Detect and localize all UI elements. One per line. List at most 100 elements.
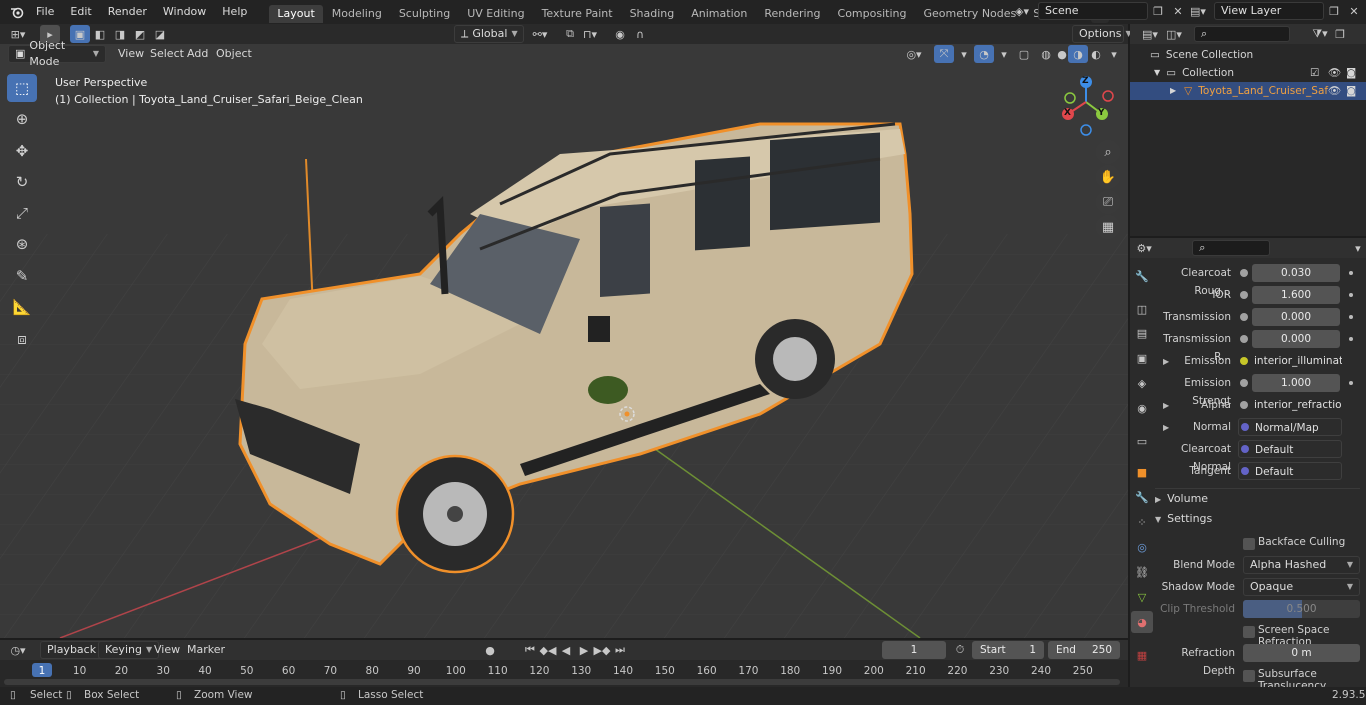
socket-icon[interactable] — [1241, 423, 1249, 431]
outliner-search-input[interactable]: ⌕ — [1194, 26, 1290, 42]
end-frame-field[interactable]: End 250 — [1048, 641, 1120, 659]
keyframe-dot-icon[interactable] — [1349, 271, 1353, 275]
measure-tool-icon[interactable]: 📐 — [7, 293, 37, 321]
properties-search-input[interactable]: ⌕ — [1192, 240, 1270, 256]
visibility-eye-icon[interactable]: 👁 — [1328, 82, 1341, 100]
clip-threshold-slider[interactable]: 0.500 — [1243, 600, 1360, 618]
shading-rendered-icon[interactable]: ◐ — [1086, 45, 1106, 63]
shadow-mode-dropdown[interactable]: Opaque ▼ — [1243, 578, 1360, 596]
navigation-gizmo[interactable]: Z Y X — [1058, 74, 1118, 138]
current-frame-field[interactable]: 1 — [882, 641, 946, 659]
socket-icon[interactable] — [1240, 291, 1248, 299]
pan-hand-icon[interactable]: ✋ — [1096, 165, 1120, 189]
outliner-editor-type-icon[interactable]: ▤▾ — [1140, 25, 1160, 43]
cursor-tool-icon[interactable]: ⊕ — [7, 105, 37, 133]
tab-shading[interactable]: Shading — [622, 5, 683, 23]
blender-logo-icon[interactable] — [6, 3, 28, 21]
alpha-link-field[interactable]: interior_refraction_in... — [1238, 396, 1342, 414]
object-tab-icon[interactable]: ■ — [1131, 461, 1153, 483]
timeline-menu-marker[interactable]: Marker — [181, 641, 231, 659]
clearcoat-normal-link-field[interactable]: Default — [1238, 440, 1342, 458]
new-view-layer-icon[interactable]: ❐ — [1324, 2, 1344, 20]
rotate-tool-icon[interactable]: ↻ — [7, 168, 37, 196]
proportional-edit-icon[interactable]: ◉ — [610, 25, 630, 43]
select-box-tool-icon[interactable]: ⬚ — [7, 74, 37, 102]
tree-row-object[interactable]: ▶ ▽ Toyota_Land_Cruiser_Saf 👁 ◙ — [1130, 82, 1366, 100]
overlays-dropdown-icon[interactable]: ▾ — [994, 45, 1014, 63]
shading-dropdown-icon[interactable]: ▾ — [1104, 45, 1124, 63]
physics-tab-icon[interactable]: ◎ — [1131, 536, 1153, 558]
backface-culling-checkbox[interactable] — [1243, 538, 1255, 550]
refraction-depth-field[interactable]: 0 m — [1243, 644, 1360, 662]
tree-row-collection[interactable]: ▼ ▭ Collection ☑ 👁 ◙ — [1130, 64, 1366, 82]
record-icon[interactable]: ● — [480, 641, 500, 659]
transform-orientation-dropdown[interactable]: ⟂ Global ▼ — [454, 25, 524, 43]
keyframe-dot-icon[interactable] — [1349, 315, 1353, 319]
filter-icon[interactable]: ⧩▾ — [1310, 25, 1330, 43]
render-camera-icon[interactable]: ◙ — [1346, 64, 1356, 82]
pivot-point-icon[interactable]: ⚯▾ — [530, 25, 550, 43]
select-mode-subtract-icon[interactable]: ◨ — [110, 25, 130, 43]
play-reverse-icon[interactable]: ◀ — [556, 641, 576, 659]
tab-animation[interactable]: Animation — [683, 5, 755, 23]
tab-modeling[interactable]: Modeling — [324, 5, 390, 23]
tab-rendering[interactable]: Rendering — [756, 5, 828, 23]
menu-edit[interactable]: Edit — [62, 2, 99, 22]
properties-options-icon[interactable]: ▾ — [1350, 239, 1366, 257]
tree-row-scene-collection[interactable]: ▭ Scene Collection — [1130, 46, 1366, 64]
tab-uv-editing[interactable]: UV Editing — [459, 5, 532, 23]
menu-render[interactable]: Render — [100, 2, 155, 22]
menu-window[interactable]: Window — [155, 2, 214, 22]
tab-sculpting[interactable]: Sculpting — [391, 5, 458, 23]
jump-start-icon[interactable]: ⏮ — [520, 641, 540, 659]
annotate-tool-icon[interactable]: ✎ — [7, 262, 37, 290]
delete-view-layer-icon[interactable]: ✕ — [1344, 2, 1364, 20]
select-mode-intersect-icon[interactable]: ◪ — [150, 25, 170, 43]
texture-tab-icon[interactable]: ▦ — [1131, 644, 1153, 666]
shading-material-icon[interactable]: ◑ — [1068, 45, 1088, 63]
view-layer-icon[interactable]: ▤▾ — [1188, 2, 1208, 20]
add-cube-tool-icon[interactable]: ⧈ — [7, 325, 37, 353]
settings-section-header[interactable]: ▼ Settings — [1155, 509, 1360, 529]
mode-dropdown[interactable]: ▣ Object Mode ▼ — [8, 39, 106, 68]
move-tool-icon[interactable]: ✥ — [7, 137, 37, 165]
expand-arrow-icon[interactable]: ▶ — [1170, 82, 1176, 100]
jump-end-icon[interactable]: ⏭ — [610, 641, 630, 659]
scene-icon[interactable]: ◈▾ — [1012, 2, 1032, 20]
scene-tab-icon[interactable]: ◈ — [1131, 372, 1153, 394]
scene-name-field[interactable]: Scene — [1038, 2, 1148, 20]
new-collection-icon[interactable]: ❐ — [1330, 25, 1350, 43]
socket-icon[interactable] — [1240, 313, 1248, 321]
play-icon[interactable]: ▶ — [574, 641, 594, 659]
xray-toggle-icon[interactable]: ▢ — [1014, 45, 1034, 63]
transmission-field[interactable]: 0.000 — [1252, 308, 1340, 326]
keyframe-dot-icon[interactable] — [1349, 337, 1353, 341]
perspective-toggle-icon[interactable]: ▦ — [1096, 215, 1120, 239]
timeline-scrollbar[interactable] — [4, 679, 1120, 685]
emission-strength-field[interactable]: 1.000 — [1252, 374, 1340, 392]
3d-viewport[interactable]: User Perspective (1) Collection | Toyota… — [0, 44, 1128, 638]
overlays-toggle-icon[interactable]: ◔ — [974, 45, 994, 63]
keyframe-dot-icon[interactable] — [1349, 381, 1353, 385]
tab-layout[interactable]: Layout — [269, 5, 323, 23]
tab-texture-paint[interactable]: Texture Paint — [534, 5, 621, 23]
keyframe-dot-icon[interactable] — [1349, 293, 1353, 297]
snap-target-icon[interactable]: ⊓▾ — [580, 25, 600, 43]
camera-view-icon[interactable]: ⎚ — [1096, 190, 1120, 214]
options-dropdown[interactable]: Options ▼ — [1072, 25, 1132, 43]
exclude-checkbox-icon[interactable]: ☑ — [1310, 64, 1319, 82]
socket-icon[interactable] — [1240, 379, 1248, 387]
stopwatch-icon[interactable]: ⏱ — [950, 641, 970, 659]
socket-icon[interactable] — [1240, 335, 1248, 343]
select-mode-extend-icon[interactable]: ◧ — [90, 25, 110, 43]
view-layer-tab-icon[interactable]: ▣ — [1131, 347, 1153, 369]
scale-tool-icon[interactable]: ⤢ — [7, 199, 37, 227]
world-tab-icon[interactable]: ◉ — [1131, 397, 1153, 419]
snap-toggle-icon[interactable]: ⧉ — [560, 25, 580, 43]
delete-scene-icon[interactable]: ✕ — [1168, 2, 1188, 20]
normal-link-field[interactable]: Normal/Map — [1238, 418, 1342, 436]
display-mode-icon[interactable]: ◫▾ — [1164, 25, 1184, 43]
tool-tab-icon[interactable]: 🔧 — [1131, 265, 1153, 287]
view-object-types-icon[interactable]: ◎▾ — [904, 45, 924, 63]
socket-icon[interactable] — [1241, 467, 1249, 475]
